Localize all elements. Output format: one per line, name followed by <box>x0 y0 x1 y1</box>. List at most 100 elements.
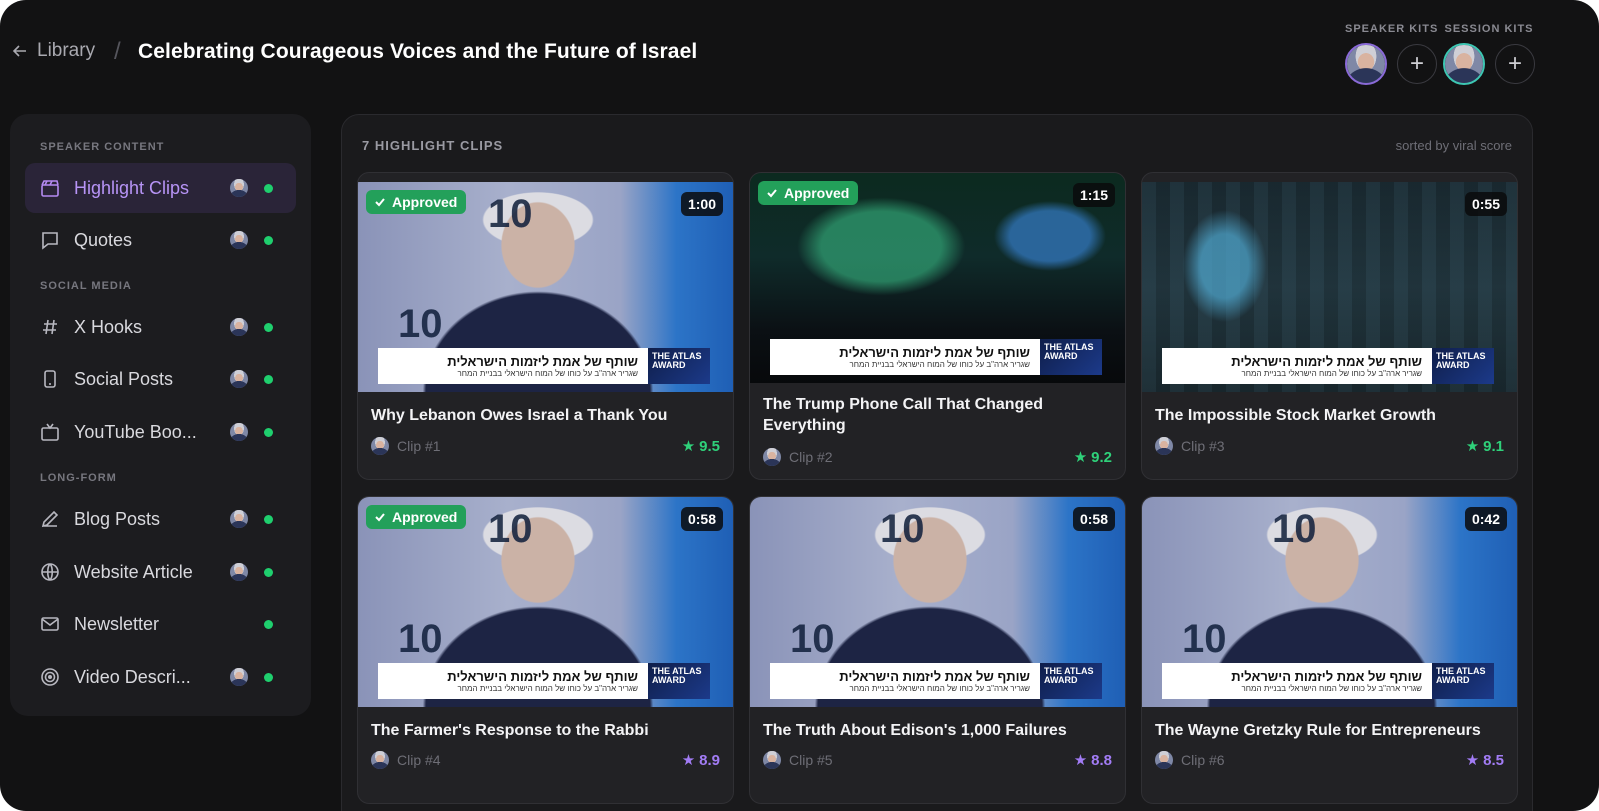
status-dot <box>264 323 273 332</box>
avatar <box>230 510 248 528</box>
star-icon: ★ <box>1465 752 1480 769</box>
sidebar-item-social-posts[interactable]: Social Posts <box>25 354 296 404</box>
banner-headline: שותף של אמת ליזמות הישראלית <box>447 354 638 369</box>
banner-headline: שותף של אמת ליזמות הישראלית <box>839 345 1030 360</box>
speaker-kits-label: SPEAKER KITS <box>1345 23 1439 35</box>
mail-icon <box>39 613 61 635</box>
sidebar-item-label: Highlight Clips <box>74 177 190 198</box>
sidebar-item-label: Social Posts <box>74 368 174 389</box>
award-logo: THE ATLAS AWARD <box>648 348 710 384</box>
clip-title: The Wayne Gretzky Rule for Entrepreneurs <box>1155 722 1481 739</box>
star-icon: ★ <box>1073 752 1088 769</box>
sidebar-item-video-description[interactable]: Video Descri... <box>25 652 296 702</box>
backdrop-number: 10 <box>488 192 533 236</box>
approved-badge: Approved <box>758 181 859 205</box>
sidebar-item-quotes[interactable]: Quotes <box>25 215 296 265</box>
star-icon: ★ <box>681 438 696 455</box>
avatar <box>1155 751 1173 769</box>
clip-meta: Clip #5 <box>763 751 833 769</box>
clip-thumbnail[interactable]: 10 10 שותף של אמת ליזמות הישראלית שגריר … <box>358 497 733 707</box>
avatar <box>230 318 248 336</box>
avatar <box>371 437 389 455</box>
clip-meta: Clip #4 <box>371 751 441 769</box>
clapperboard-icon <box>39 177 61 199</box>
section-long-form: LONG-FORM <box>40 472 117 484</box>
header: Library / Celebrating Courageous Voices … <box>0 0 1599 100</box>
sidebar-item-blog-posts[interactable]: Blog Posts <box>25 494 296 544</box>
banner-subline: שגריר ארה"ב על כוחו של המוח הישראלי בבני… <box>457 369 638 378</box>
banner-headline: שותף של אמת ליזמות הישראלית <box>1231 354 1422 369</box>
award-logo: THE ATLAS AWARD <box>1040 339 1102 375</box>
caption-banner: שותף של אמת ליזמות הישראלית שגריר ארה"ב … <box>770 339 1102 375</box>
section-social-media: SOCIAL MEDIA <box>40 280 132 292</box>
clip-thumbnail[interactable]: שותף של אמת ליזמות הישראלית שגריר ארה"ב … <box>750 173 1125 383</box>
backdrop-number: 10 <box>1272 507 1317 551</box>
clip-title: Why Lebanon Owes Israel a Thank You <box>371 407 668 424</box>
viral-score: ★ 8.9 <box>681 751 720 770</box>
clip-meta: Clip #2 <box>763 448 833 466</box>
clip-number: Clip #2 <box>789 449 833 465</box>
clips-count-heading: 7 HIGHLIGHT CLIPS <box>362 138 504 153</box>
status-dot <box>264 375 273 384</box>
banner-headline: שותף של אמת ליזמות הישראלית <box>839 669 1030 684</box>
duration-badge: 1:15 <box>1072 183 1115 207</box>
duration-badge: 0:42 <box>1464 507 1507 531</box>
backdrop-number: 10 <box>398 617 443 661</box>
clip-number: Clip #4 <box>397 752 441 768</box>
banner-headline: שותף של אמת ליזמות הישראלית <box>447 669 638 684</box>
sort-label[interactable]: sorted by viral score <box>1396 138 1512 153</box>
avatar <box>230 563 248 581</box>
back-to-library-link[interactable]: Library <box>12 40 95 62</box>
viral-score: ★ 9.2 <box>1073 448 1112 467</box>
status-dot <box>264 620 273 629</box>
clip-card[interactable]: 10 10 שותף של אמת ליזמות הישראלית שגריר … <box>749 496 1126 804</box>
add-speaker-kit-button[interactable]: + <box>1397 44 1437 84</box>
award-logo: THE ATLAS AWARD <box>1432 663 1494 699</box>
award-logo: THE ATLAS AWARD <box>1432 348 1494 384</box>
session-kit-avatar[interactable] <box>1443 43 1485 85</box>
sidebar-item-x-hooks[interactable]: X Hooks <box>25 302 296 352</box>
plus-icon: + <box>1409 50 1424 77</box>
duration-badge: 0:55 <box>1464 192 1507 216</box>
clip-thumbnail[interactable]: שותף של אמת ליזמות הישראלית שגריר ארה"ב … <box>1142 182 1517 392</box>
clip-card[interactable]: שותף של אמת ליזמות הישראלית שגריר ארה"ב … <box>749 172 1126 480</box>
speaker-kit-avatar[interactable] <box>1345 43 1387 85</box>
sidebar-item-youtube-books[interactable]: YouTube Boo... <box>25 407 296 457</box>
globe-icon <box>39 561 61 583</box>
star-icon: ★ <box>1073 449 1088 466</box>
session-kits-label: SESSION KITS <box>1444 23 1534 35</box>
clip-card[interactable]: שותף של אמת ליזמות הישראלית שגריר ארה"ב … <box>1141 172 1518 480</box>
add-session-kit-button[interactable]: + <box>1495 44 1535 84</box>
page-title: Celebrating Courageous Voices and the Fu… <box>138 40 698 63</box>
caption-banner: שותף של אמת ליזמות הישראלית שגריר ארה"ב … <box>378 663 710 699</box>
check-icon <box>375 513 385 522</box>
speaker-kits: SPEAKER KITS + <box>1345 23 1438 85</box>
check-icon <box>375 198 385 207</box>
sidebar-item-label: Quotes <box>74 229 133 250</box>
clip-number: Clip #6 <box>1181 752 1225 768</box>
banner-subline: שגריר ארה"ב על כוחו של המוח הישראלי בבני… <box>457 684 638 693</box>
clip-thumbnail[interactable]: 10 10 שותף של אמת ליזמות הישראלית שגריר … <box>750 497 1125 707</box>
avatar <box>230 668 248 686</box>
clip-card[interactable]: 10 10 שותף של אמת ליזמות הישראלית שגריר … <box>357 172 734 480</box>
clip-number: Clip #1 <box>397 438 441 454</box>
avatar <box>230 179 248 197</box>
status-dot <box>264 673 273 682</box>
sidebar: SPEAKER CONTENT Highlight Clips Quotes S… <box>10 114 311 716</box>
session-kits: SESSION KITS + <box>1443 23 1535 85</box>
backdrop-number: 10 <box>880 507 925 551</box>
clip-thumbnail[interactable]: 10 10 שותף של אמת ליזמות הישראלית שגריר … <box>358 182 733 392</box>
sidebar-item-website-article[interactable]: Website Article <box>25 547 296 597</box>
clip-card[interactable]: 10 10 שותף של אמת ליזמות הישראלית שגריר … <box>1141 496 1518 804</box>
section-speaker-content: SPEAKER CONTENT <box>40 141 165 153</box>
sidebar-item-label: Blog Posts <box>74 508 161 529</box>
duration-badge: 1:00 <box>680 192 723 216</box>
sidebar-item-highlight-clips[interactable]: Highlight Clips <box>25 163 296 213</box>
banner-headline: שותף של אמת ליזמות הישראלית <box>1231 669 1422 684</box>
clip-thumbnail[interactable]: 10 10 שותף של אמת ליזמות הישראלית שגריר … <box>1142 497 1517 707</box>
avatar <box>1155 437 1173 455</box>
backdrop-number: 10 <box>398 302 443 346</box>
sidebar-item-newsletter[interactable]: Newsletter <box>25 599 296 649</box>
viral-score: ★ 8.5 <box>1465 751 1504 770</box>
clip-card[interactable]: 10 10 שותף של אמת ליזמות הישראלית שגריר … <box>357 496 734 804</box>
